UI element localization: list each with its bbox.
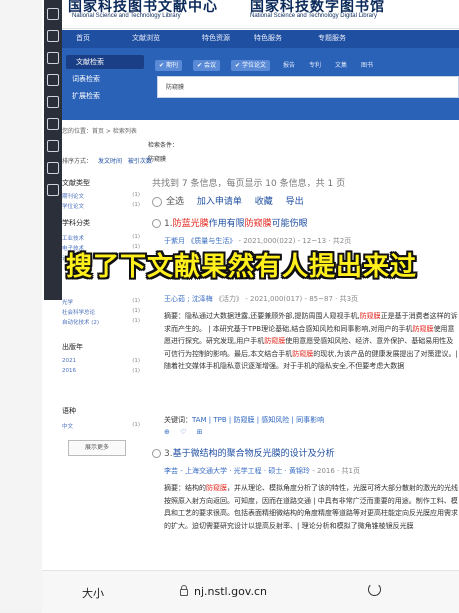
menu-literature-search[interactable]: 文献检索 [66, 55, 144, 69]
result-abstract: 摘要：结构的防窥膜，并从理论、模拟角度分析了该的特性，光膜可将大部分散射的激光的… [164, 484, 458, 530]
nav-browse[interactable]: 文献浏览 [132, 33, 160, 43]
caption-overlay: 搜了下文献果然有人提出来过 [60, 246, 459, 286]
filter-item[interactable]: 学位论文 (1) [62, 202, 140, 210]
browser-address-bar: 大小 nj.nstl.gov.cn [42, 570, 459, 613]
filter-item[interactable]: 2016 (1) [62, 368, 140, 374]
copy-icon[interactable] [47, 30, 59, 42]
caption-text: 搜了下文献果然有人提出来过 [66, 252, 418, 282]
filter-lang-head: 语种 [62, 407, 76, 415]
filter-doctype-head: 文献类型 [62, 179, 90, 187]
reload-icon[interactable] [368, 583, 381, 596]
result-checkbox[interactable] [152, 449, 161, 458]
search-icon[interactable] [47, 8, 59, 20]
menu-thesaurus-search[interactable]: 词表检索 [62, 72, 148, 86]
result-meta: 李芸 - 上海交通大学 · 光学工程 · 硕士 · 黄锦玲 - 2016 · 共… [164, 467, 360, 475]
result-keywords: 关键词：TAM | TPB | 防窥膜 | 感知风险 | 同事影响 [164, 416, 325, 424]
tab-patent[interactable]: 专利 [305, 60, 325, 71]
result-tools[interactable]: ⊕ ♡ ⊞ [164, 428, 206, 436]
logo-nstdl-en: National Science and Technology Digital … [250, 13, 377, 19]
breadcrumb: 您的位置：首页 > 检索列表 [62, 128, 137, 135]
result-title[interactable]: 3.基于微结构的聚合物反光膜的设计及分析 [152, 446, 335, 459]
lock-icon [180, 585, 188, 596]
export-button[interactable]: 导出 [286, 197, 304, 207]
search-mode-menu: 文献检索 词表检索 扩展检索 [62, 52, 148, 106]
nav-topic-services[interactable]: 专题服务 [318, 33, 346, 43]
author-link[interactable]: 于紫月 [164, 237, 185, 245]
select-all-checkbox[interactable] [152, 196, 162, 207]
tab-book[interactable]: 图书 [357, 60, 377, 71]
nav-featured-resources[interactable]: 特色资源 [202, 33, 230, 43]
result-abstract: 摘要：隐私通过大数据泄露,还要兼顾外部,提防周围人窥视手机,防窥膜正是基于消费者… [164, 312, 458, 371]
search-query: 防窥膜 [166, 84, 185, 91]
tab-journal[interactable]: ✔ 期刊 [155, 60, 182, 71]
nav-home[interactable]: 首页 [76, 33, 90, 43]
filter-sidebar: 排序方式： 发文时间 被引次数 文献类型 期刊论文 (1) 学位论文 (1) 学科分… [62, 152, 152, 532]
history-icon[interactable] [47, 118, 59, 130]
condition-label: 检索条件： [148, 142, 179, 149]
outer-margin [0, 0, 42, 612]
tab-thesis[interactable]: ✔ 学位论文 [231, 60, 270, 71]
url-field[interactable]: nj.nstl.gov.cn [180, 585, 267, 598]
keyword-links[interactable]: TAM | TPB | 防窥膜 | 感知风险 | 同事影响 [192, 416, 324, 424]
filter-item[interactable]: 工业技术 (1) [62, 234, 140, 242]
result-meta: 王心茹 ; 沈泽梅 《活力》 - 2021,000(017) - 85~87 ·… [164, 295, 359, 303]
result-summary: 共找到 7 条信息，每页显示 10 条信息，共 1 页 [152, 179, 346, 189]
sort-bar: 排序方式： 发文时间 被引次数 [62, 156, 152, 165]
sort-by-date[interactable]: 发文时间 [98, 158, 122, 165]
filter-item[interactable]: 期刊论文 (1) [62, 192, 140, 200]
collect-button[interactable]: 收藏 [255, 197, 273, 207]
author-link[interactable]: 沈泽梅 [192, 295, 213, 303]
show-more-button[interactable]: 展示更多 [68, 440, 126, 456]
search-input[interactable]: 防窥膜 [157, 76, 459, 98]
select-all-label[interactable]: 全选 [166, 197, 184, 207]
sort-by-citations[interactable]: 被引次数 [128, 158, 152, 165]
download-icon[interactable] [47, 52, 59, 64]
sort-label: 排序方式： [62, 158, 93, 165]
filter-subject-head: 学科分类 [62, 219, 90, 227]
source-link[interactable]: 上海交通大学 · 光学工程 · 硕士 · 黄锦玲 [185, 467, 310, 475]
author-link[interactable]: 王心茹 [164, 295, 185, 303]
filter-item[interactable]: 2021 (1) [62, 358, 140, 364]
filter-item[interactable]: 光学 (1) [62, 298, 140, 306]
result-checkbox[interactable] [152, 219, 161, 228]
bookmark-icon[interactable] [47, 140, 59, 152]
filter-item[interactable]: 自动化技术 (2) (1) [62, 318, 140, 326]
result-meta: 于紫月 《质量与生活》 - 2021,000(022) - 12~13 · 共2… [164, 237, 352, 245]
tab-report[interactable]: 报告 [279, 60, 299, 71]
bulk-actions: 全选 加入申请单 收藏 导出 [152, 194, 314, 207]
menu-extended-search[interactable]: 扩展检索 [62, 89, 148, 103]
add-request-button[interactable]: 加入申请单 [197, 197, 242, 207]
filter-item[interactable]: 社会科学总论 (1) [62, 308, 140, 316]
tab-conference[interactable]: ✔ 会议 [193, 60, 220, 71]
tab-collection[interactable]: 文集 [331, 60, 351, 71]
filter-year-head: 出版年 [62, 343, 83, 351]
site-header: 国家科技图书文献中心 National Science and Technolo… [62, 0, 459, 29]
source-tabs: ✔ 期刊 ✔ 会议 ✔ 学位论文 报告 专利 文集 图书 [155, 60, 455, 72]
logo-nstl-en: National Science and Technology Library [72, 13, 181, 19]
camera-icon[interactable] [47, 96, 59, 108]
heart-icon[interactable] [47, 162, 59, 174]
qr-icon[interactable] [47, 74, 59, 86]
author-link[interactable]: 李芸 [164, 467, 178, 475]
nav-featured-services[interactable]: 特色服务 [254, 33, 282, 43]
result-title[interactable]: 1.防蓝光膜作用有限防窥膜可能伤眼 [152, 216, 308, 229]
user-icon[interactable] [47, 184, 59, 196]
filter-item[interactable]: 中文 (1) [62, 422, 140, 430]
text-size-button[interactable]: 大小 [82, 585, 104, 601]
main-nav: 首页 文献浏览 特色资源 特色服务 专题服务 [62, 30, 459, 48]
source-link[interactable]: 《质量与生活》 [187, 237, 236, 245]
